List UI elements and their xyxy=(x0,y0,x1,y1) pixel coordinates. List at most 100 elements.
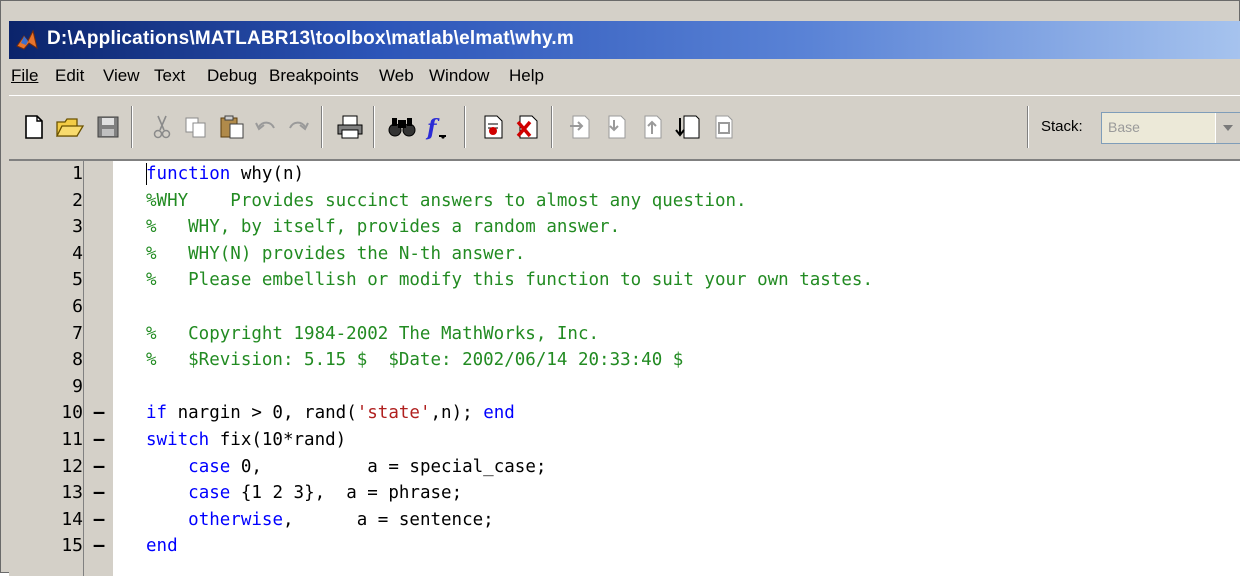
breakpoint-marker[interactable]: – xyxy=(84,400,114,426)
breakpoint-marker[interactable]: – xyxy=(84,454,114,480)
step-button[interactable] xyxy=(563,110,597,144)
code-line[interactable]: end xyxy=(146,533,178,559)
toolbar-separator xyxy=(1027,106,1029,148)
clear-breakpoints-button[interactable] xyxy=(511,110,545,144)
code-line[interactable]: switch fix(10*rand) xyxy=(146,427,346,453)
step-in-button[interactable] xyxy=(599,110,633,144)
save-button[interactable] xyxy=(91,110,125,144)
window-title: D:\Applications\MATLABR13\toolbox\matlab… xyxy=(47,28,574,49)
breakpoint-marker[interactable]: – xyxy=(84,480,114,506)
toolbar-separator xyxy=(131,106,133,148)
code-line[interactable]: % WHY, by itself, provides a random answ… xyxy=(146,214,620,240)
code-token: 0, a = special_case; xyxy=(230,456,547,477)
stack-value: Base xyxy=(1108,119,1140,135)
find-button[interactable] xyxy=(385,110,419,144)
breakpoint-marker[interactable]: – xyxy=(84,427,114,453)
breakpoint-marker[interactable] xyxy=(84,267,114,293)
code-line[interactable]: % Please embellish or modify this functi… xyxy=(146,267,873,293)
code-line[interactable]: case 0, a = special_case; xyxy=(146,454,546,480)
breakpoint-marker[interactable] xyxy=(84,214,114,240)
code-line[interactable]: function why(n) xyxy=(146,161,304,187)
stack-select[interactable]: Base xyxy=(1101,112,1240,144)
code-line[interactable]: %WHY Provides succinct answers to almost… xyxy=(146,188,747,214)
breakpoint-marker[interactable]: – xyxy=(84,507,114,533)
step-in-icon xyxy=(604,114,628,140)
function-icon: f xyxy=(424,113,452,141)
step-icon xyxy=(568,114,592,140)
line-number-gutter: 1 2 3 4 5 6 7 8 9 10 11 12 13 14 15 xyxy=(9,161,83,576)
save-icon xyxy=(96,115,120,139)
print-button[interactable] xyxy=(333,110,367,144)
menu-window[interactable]: Window xyxy=(429,66,489,86)
cut-button[interactable] xyxy=(145,110,179,144)
breakpoint-marker[interactable] xyxy=(84,161,114,187)
toolbar-separator xyxy=(373,106,375,148)
line-number: 11 xyxy=(61,429,83,450)
step-out-button[interactable] xyxy=(635,110,669,144)
redo-button[interactable] xyxy=(281,110,315,144)
line-number: 4 xyxy=(72,242,83,264)
breakpoint-marker[interactable] xyxy=(84,188,114,214)
menu-debug[interactable]: Debug xyxy=(207,66,257,86)
code-token: end xyxy=(483,403,515,424)
code-token: switch xyxy=(146,430,210,450)
code-token: why(n) xyxy=(230,164,305,184)
menu-text[interactable]: Text xyxy=(154,66,185,86)
breakpoint-marker[interactable] xyxy=(84,294,114,320)
function-button[interactable]: f xyxy=(421,110,455,144)
text-cursor xyxy=(146,163,147,185)
code-line[interactable]: % $Revision: 5.15 $ $Date: 2002/06/14 20… xyxy=(146,347,683,373)
exit-debug-button[interactable] xyxy=(707,110,741,144)
set-breakpoint-button[interactable] xyxy=(477,110,511,144)
title-bar[interactable]: D:\Applications\MATLABR13\toolbox\matlab… xyxy=(9,21,1240,59)
toolbar-separator xyxy=(551,106,553,148)
breakpoint-marker[interactable]: – xyxy=(84,533,114,559)
menu-breakpoints[interactable]: Breakpoints xyxy=(269,66,359,86)
copy-button[interactable] xyxy=(179,110,213,144)
menu-file[interactable]: File xyxy=(11,66,38,86)
undo-button[interactable] xyxy=(249,110,283,144)
code-token: otherwise xyxy=(188,509,283,530)
menu-edit[interactable]: Edit xyxy=(55,66,84,86)
menu-help[interactable]: Help xyxy=(509,66,544,86)
code-line[interactable]: case {1 2 3}, a = phrase; xyxy=(146,480,462,506)
code-token: 'state' xyxy=(356,403,431,424)
svg-text:f: f xyxy=(425,115,440,141)
menu-view[interactable]: View xyxy=(103,66,140,86)
code-token: nargin > 0, rand( xyxy=(167,403,357,424)
code-token: {1 2 3}, a = phrase; xyxy=(230,483,463,504)
line-number: 13 xyxy=(61,482,83,504)
new-file-button[interactable] xyxy=(17,110,51,144)
code-line[interactable]: if nargin > 0, rand('state',n); end xyxy=(146,400,515,426)
code-line[interactable]: otherwise, a = sentence; xyxy=(146,507,494,533)
code-editor[interactable]: 1 2 3 4 5 6 7 8 9 10 11 12 13 14 15 – – – – – – function wh… xyxy=(9,159,1240,576)
toolbar: f Stack: Base xyxy=(9,95,1240,160)
code-area[interactable]: function why(n) %WHY Provides succinct an… xyxy=(146,161,1240,576)
menu-web[interactable]: Web xyxy=(379,66,414,86)
code-token: function xyxy=(146,164,231,184)
step-out-icon xyxy=(640,114,664,140)
print-icon xyxy=(336,114,364,140)
redo-icon xyxy=(287,119,309,135)
code-line[interactable]: % Copyright 1984-2002 The MathWorks, Inc… xyxy=(146,321,599,347)
paste-icon xyxy=(219,114,245,140)
clear-breakpoints-icon xyxy=(515,114,541,140)
menu-bar: File Edit View Text Debug Breakpoints We… xyxy=(9,59,1240,95)
breakpoint-marker[interactable] xyxy=(84,321,114,347)
line-number: 6 xyxy=(72,296,83,317)
breakpoint-marker[interactable] xyxy=(84,374,114,400)
line-number: 2 xyxy=(72,189,83,211)
breakpoint-column[interactable]: – – – – – – xyxy=(83,161,113,576)
chevron-down-icon[interactable] xyxy=(1215,113,1240,143)
code-token: case xyxy=(188,456,231,477)
open-file-button[interactable] xyxy=(53,110,87,144)
continue-button[interactable] xyxy=(671,110,705,144)
code-token: , a = sentence; xyxy=(282,509,494,530)
breakpoint-marker[interactable] xyxy=(84,241,114,267)
paste-button[interactable] xyxy=(215,110,249,144)
code-token: case xyxy=(188,483,231,504)
code-line[interactable]: % WHY(N) provides the N-th answer. xyxy=(146,241,525,267)
breakpoint-marker[interactable] xyxy=(84,347,114,373)
stack-label: Stack: xyxy=(1041,118,1083,135)
